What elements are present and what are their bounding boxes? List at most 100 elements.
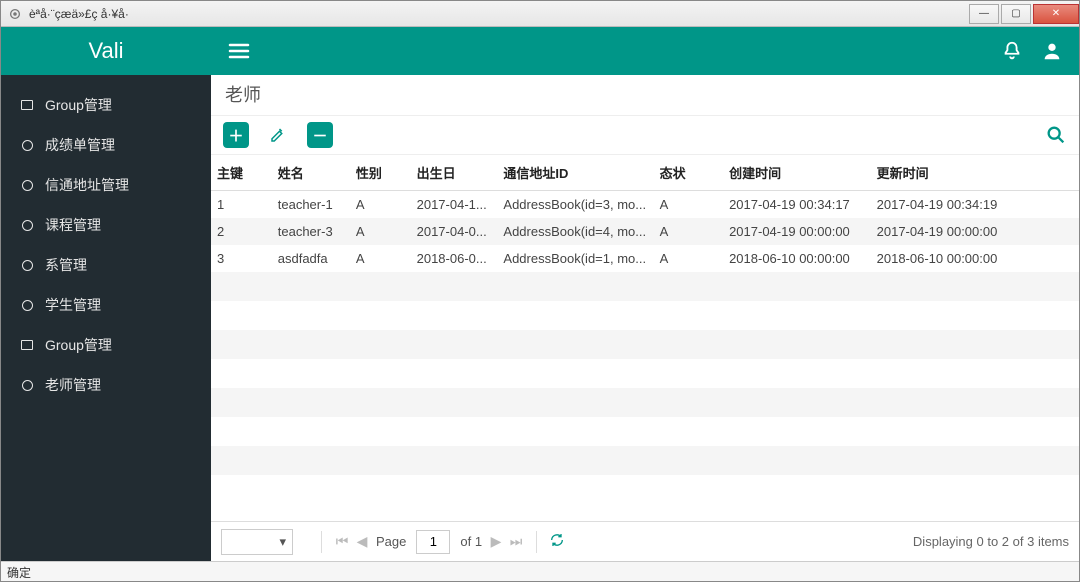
sidebar-item-label: 老师管理 [45, 375, 101, 395]
cell-created: 2017-04-19 00:00:00 [723, 218, 871, 245]
col-spacer [1018, 155, 1079, 191]
col-gender[interactable]: 性别 [350, 155, 411, 191]
status-text: 确定 [7, 566, 31, 580]
sidebar-item-teacher[interactable]: 老师管理 [1, 365, 211, 405]
col-birth[interactable]: 出生日 [411, 155, 498, 191]
sidebar-item-address[interactable]: 信通地址管理 [1, 165, 211, 205]
app-icon [7, 6, 23, 22]
cell-updated: 2017-04-19 00:34:19 [871, 191, 1019, 219]
main: 老师 ＋ － [211, 27, 1079, 561]
table-row[interactable]: 2teacher-3A2017-04-0...AddressBook(id=4,… [211, 218, 1079, 245]
app: Vali Group管理 成绩单管理 信通地址管理 课程管理 [1, 27, 1079, 561]
cell-status: A [654, 191, 723, 219]
empty-row [211, 446, 1079, 475]
page-label: Page [376, 534, 406, 549]
edit-icon [269, 126, 287, 144]
sidebar-item-course[interactable]: 课程管理 [1, 205, 211, 245]
cell-gender: A [350, 191, 411, 219]
sidebar-item-label: 成绩单管理 [45, 135, 115, 155]
sidebar: Vali Group管理 成绩单管理 信通地址管理 课程管理 [1, 27, 211, 561]
col-addr[interactable]: 通信地址ID [497, 155, 653, 191]
separator [536, 531, 537, 553]
cell-gender: A [350, 218, 411, 245]
cell-gender: A [350, 245, 411, 272]
user-icon[interactable] [1041, 40, 1063, 62]
col-updated[interactable]: 更新时间 [871, 155, 1019, 191]
brand[interactable]: Vali [1, 27, 211, 75]
cell-name: asdfadfa [272, 245, 350, 272]
toolbar: ＋ － [211, 116, 1079, 155]
cell-id: 3 [211, 245, 272, 272]
cell-name: teacher-1 [272, 191, 350, 219]
table-body: 1teacher-1A2017-04-1...AddressBook(id=3,… [211, 191, 1079, 476]
pager: ▾ ⏮ ◀ Page of 1 ▶ ⏭ Displaying 0 to 2 of… [211, 521, 1079, 561]
cell-birth: 2017-04-0... [411, 218, 498, 245]
circle-icon [19, 217, 35, 233]
add-button[interactable]: ＋ [223, 122, 249, 148]
empty-row [211, 359, 1079, 388]
window-title: èªå·¨çæä»£ç å·¥å· [29, 7, 967, 21]
sidebar-item-group-1[interactable]: Group管理 [1, 85, 211, 125]
group-icon [19, 337, 35, 353]
cell-addr: AddressBook(id=4, mo... [497, 218, 653, 245]
cell-birth: 2017-04-1... [411, 191, 498, 219]
separator [321, 531, 322, 553]
page-input[interactable] [416, 530, 450, 554]
cell-birth: 2018-06-0... [411, 245, 498, 272]
menu-toggle-icon[interactable] [227, 39, 251, 63]
plus-icon: ＋ [228, 125, 243, 146]
search-icon[interactable] [1045, 124, 1067, 146]
sidebar-item-label: 信通地址管理 [45, 175, 129, 195]
empty-row [211, 417, 1079, 446]
page-size-select[interactable]: ▾ [221, 529, 293, 555]
sidebar-item-label: 学生管理 [45, 295, 101, 315]
edit-button[interactable] [265, 122, 291, 148]
sidebar-item-label: 课程管理 [45, 215, 101, 235]
sidebar-item-student[interactable]: 学生管理 [1, 285, 211, 325]
delete-button[interactable]: － [307, 122, 333, 148]
circle-icon [19, 177, 35, 193]
table-row[interactable]: 3asdfadfaA2018-06-0...AddressBook(id=1, … [211, 245, 1079, 272]
cell-updated: 2018-06-10 00:00:00 [871, 245, 1019, 272]
circle-icon [19, 137, 35, 153]
sidebar-item-label: Group管理 [45, 335, 112, 355]
col-pk[interactable]: 主键 [211, 155, 272, 191]
group-icon [19, 97, 35, 113]
empty-row [211, 272, 1079, 301]
chevron-down-icon: ▾ [279, 534, 286, 550]
cell-created: 2017-04-19 00:34:17 [723, 191, 871, 219]
window: èªå·¨çæä»£ç å·¥å· — ▢ ✕ Vali Group管理 成绩单… [0, 0, 1080, 582]
sidebar-nav: Group管理 成绩单管理 信通地址管理 课程管理 系管理 [1, 75, 211, 415]
col-name[interactable]: 姓名 [272, 155, 350, 191]
prev-page-icon[interactable]: ◀ [352, 533, 372, 550]
last-page-icon[interactable]: ⏭ [506, 533, 526, 550]
statusbar: 确定 [1, 561, 1079, 581]
cell-addr: AddressBook(id=3, mo... [497, 191, 653, 219]
sidebar-item-dept[interactable]: 系管理 [1, 245, 211, 285]
sidebar-item-label: Group管理 [45, 95, 112, 115]
page-of-label: of 1 [460, 534, 482, 549]
cell-addr: AddressBook(id=1, mo... [497, 245, 653, 272]
next-page-icon[interactable]: ▶ [486, 533, 506, 550]
page-title: 老师 [211, 75, 1079, 116]
table-row[interactable]: 1teacher-1A2017-04-1...AddressBook(id=3,… [211, 191, 1079, 219]
sidebar-item-transcript[interactable]: 成绩单管理 [1, 125, 211, 165]
maximize-button[interactable]: ▢ [1001, 4, 1031, 24]
first-page-icon[interactable]: ⏮ [332, 533, 352, 550]
cell-status: A [654, 218, 723, 245]
empty-row [211, 388, 1079, 417]
cell-id: 2 [211, 218, 272, 245]
empty-row [211, 330, 1079, 359]
bell-icon[interactable] [1001, 40, 1023, 62]
circle-icon [19, 257, 35, 273]
refresh-icon[interactable] [547, 532, 567, 551]
data-grid: 主键 姓名 性别 出生日 通信地址ID 态状 创建时间 更新时间 1teache… [211, 155, 1079, 521]
col-created[interactable]: 创建时间 [723, 155, 871, 191]
sidebar-item-group-2[interactable]: Group管理 [1, 325, 211, 365]
minimize-button[interactable]: — [969, 4, 999, 24]
cell-name: teacher-3 [272, 218, 350, 245]
topbar [211, 27, 1079, 75]
col-status[interactable]: 态状 [654, 155, 723, 191]
cell-updated: 2017-04-19 00:00:00 [871, 218, 1019, 245]
close-button[interactable]: ✕ [1033, 4, 1079, 24]
